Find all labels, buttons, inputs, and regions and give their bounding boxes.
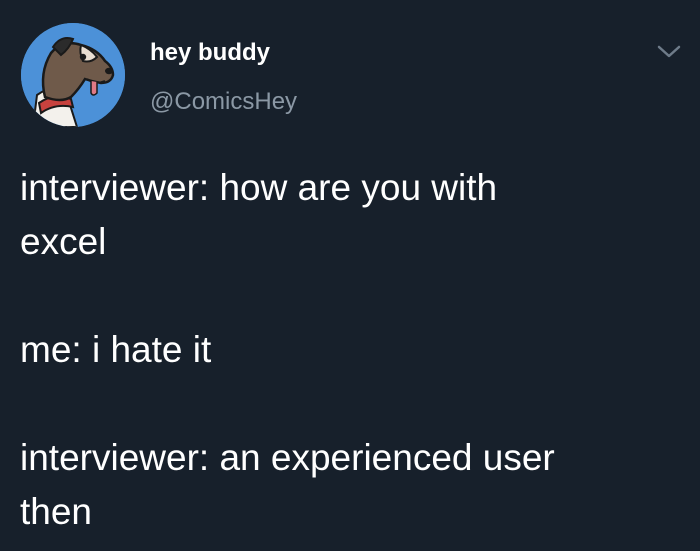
tweet-line: then (20, 491, 93, 532)
user-handle[interactable]: @ComicsHey (150, 87, 297, 117)
tweet-menu-button[interactable] (654, 41, 684, 63)
tweet-text: interviewer: how are you with excel me: … (20, 161, 670, 539)
dog-avatar-icon (21, 23, 125, 127)
avatar[interactable] (21, 23, 125, 127)
tweet-line: excel (20, 221, 107, 262)
tweet-line: interviewer: an experienced user (20, 437, 555, 478)
tweet-line: interviewer: how are you with (20, 167, 498, 208)
chevron-down-icon (657, 45, 681, 58)
tweet-card: hey buddy @ComicsHey interviewer: how ar… (0, 0, 700, 551)
tweet-line: me: i hate it (20, 329, 212, 370)
display-name[interactable]: hey buddy (150, 38, 270, 68)
